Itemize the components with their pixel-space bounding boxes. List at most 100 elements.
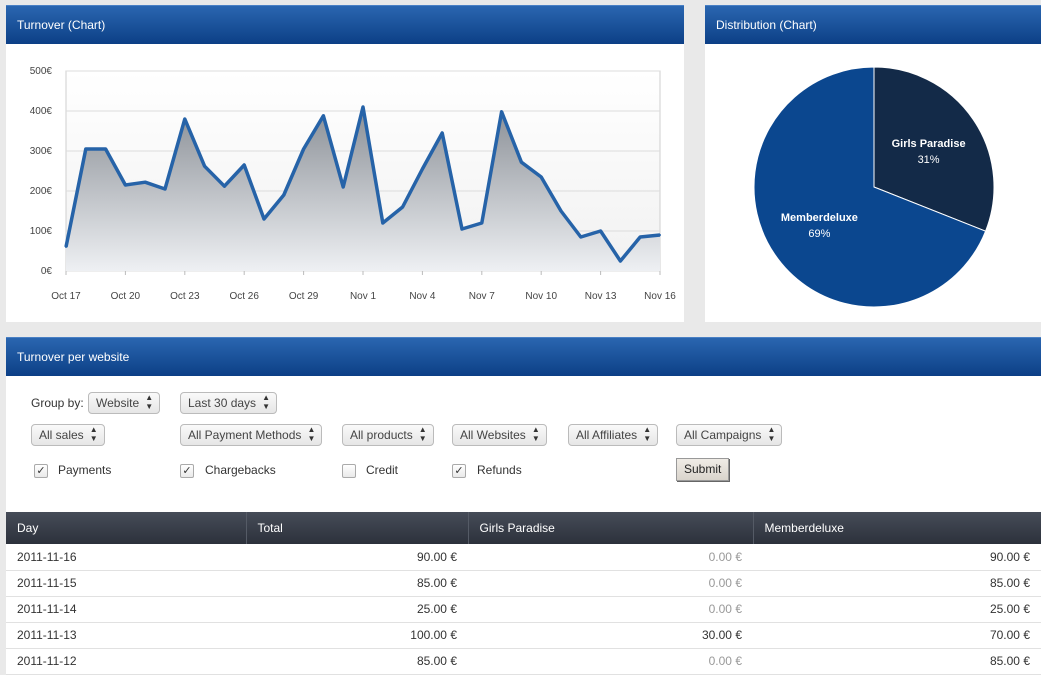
turnover-table: Day Total Girls Paradise Memberdeluxe 20… bbox=[6, 512, 1041, 675]
credit-label: Credit bbox=[366, 463, 399, 477]
distribution-chart-panel: Distribution (Chart) Girls Paradise 31% Me… bbox=[705, 5, 1041, 322]
refunds-label: Refunds bbox=[477, 463, 522, 477]
y-tick-label: 200€ bbox=[30, 186, 53, 197]
data-point bbox=[461, 228, 463, 230]
y-tick-label: 300€ bbox=[30, 146, 53, 157]
cell-total: 100.00 € bbox=[246, 622, 468, 649]
table-row: 2011-11-13 100.00 € 30.00 € 70.00 € bbox=[6, 622, 1041, 649]
payments-label: Payments bbox=[58, 463, 112, 477]
data-point bbox=[183, 118, 186, 120]
slice-percent: 31% bbox=[918, 154, 940, 166]
table-row: 2011-11-16 90.00 € 0.00 € 90.00 € bbox=[6, 544, 1041, 571]
select-arrows-icon: ▲ ▼ bbox=[89, 425, 98, 443]
sales-select[interactable]: All sales ▲ ▼ bbox=[31, 424, 105, 446]
x-tick-label: Nov 10 bbox=[525, 291, 557, 302]
table-header-row: Day Total Girls Paradise Memberdeluxe bbox=[6, 512, 1041, 544]
data-point bbox=[599, 230, 602, 232]
data-point bbox=[65, 246, 67, 248]
data-point bbox=[441, 132, 444, 134]
data-point bbox=[203, 165, 206, 168]
campaigns-select[interactable]: All Campaigns ▲ ▼ bbox=[676, 424, 783, 446]
data-point bbox=[144, 181, 147, 184]
select-arrows-icon: ▲ ▼ bbox=[145, 393, 154, 411]
cell-total: 85.00 € bbox=[246, 648, 468, 675]
cell-girls-paradise: 0.00 € bbox=[468, 544, 753, 571]
data-point bbox=[500, 110, 503, 113]
data-point bbox=[164, 188, 166, 190]
cell-total: 90.00 € bbox=[246, 544, 468, 571]
submit-button[interactable]: Submit bbox=[676, 458, 730, 481]
slice-label: Memberdeluxe bbox=[781, 212, 858, 224]
payment-methods-select[interactable]: All Payment Methods ▲ ▼ bbox=[180, 424, 323, 446]
distribution-pie-chart: Girls Paradise 31% Memberdeluxe 69% bbox=[753, 66, 995, 308]
cell-day: 2011-11-13 bbox=[6, 622, 246, 649]
select-arrows-icon: ▲ ▼ bbox=[418, 425, 427, 443]
affiliates-select[interactable]: All Affiliates ▲ ▼ bbox=[568, 424, 659, 446]
x-tick-label: Nov 1 bbox=[350, 291, 377, 302]
table-panel-title: Turnover per website bbox=[6, 337, 1041, 376]
data-point bbox=[421, 168, 424, 170]
x-tick-label: Oct 26 bbox=[229, 291, 259, 302]
cell-total: 85.00 € bbox=[246, 570, 468, 597]
turnover-chart-panel: Turnover (Chart) 500€ 400€ 300€ 200€ 100€ 0€ O… bbox=[6, 5, 684, 322]
data-point bbox=[560, 210, 562, 212]
y-tick-label: 0€ bbox=[41, 266, 53, 277]
chargebacks-checkbox[interactable]: ✓ bbox=[180, 464, 194, 478]
x-tick-label: Nov 7 bbox=[469, 291, 496, 302]
column-header-memberdeluxe[interactable]: Memberdeluxe bbox=[753, 512, 1041, 544]
data-point bbox=[243, 164, 246, 166]
cell-day: 2011-11-15 bbox=[6, 570, 246, 597]
select-arrows-icon: ▲ ▼ bbox=[767, 425, 776, 443]
select-arrows-icon: ▲ ▼ bbox=[531, 425, 540, 443]
data-point bbox=[84, 148, 87, 150]
x-tick-label: Oct 29 bbox=[289, 291, 319, 302]
data-point bbox=[302, 148, 305, 150]
cell-memberdeluxe: 25.00 € bbox=[753, 596, 1041, 623]
period-select[interactable]: Last 30 days ▲ ▼ bbox=[180, 392, 278, 414]
payments-checkbox[interactable]: ✓ bbox=[34, 464, 48, 478]
cell-girls-paradise: 0.00 € bbox=[468, 648, 753, 675]
table-row: 2011-11-15 85.00 € 0.00 € 85.00 € bbox=[6, 570, 1041, 597]
data-point bbox=[540, 176, 543, 178]
data-point bbox=[579, 236, 582, 238]
column-header-girls-paradise[interactable]: Girls Paradise bbox=[468, 512, 754, 544]
checkmark-icon: ✓ bbox=[36, 465, 46, 477]
column-header-total[interactable]: Total bbox=[246, 512, 469, 544]
chargebacks-label: Chargebacks bbox=[205, 463, 276, 477]
cell-day: 2011-11-16 bbox=[6, 544, 246, 571]
group-by-label: Group by: bbox=[31, 396, 84, 410]
group-by-select[interactable]: Website ▲ ▼ bbox=[88, 392, 161, 414]
table-row: 2011-11-12 85.00 € 0.00 € 85.00 € bbox=[6, 648, 1041, 675]
products-select[interactable]: All products ▲ ▼ bbox=[342, 424, 434, 446]
refunds-checkbox[interactable]: ✓ bbox=[452, 464, 466, 478]
column-header-day[interactable]: Day bbox=[6, 512, 247, 544]
cell-total: 25.00 € bbox=[246, 596, 468, 623]
data-point bbox=[263, 218, 265, 220]
distribution-panel-title: Distribution (Chart) bbox=[705, 5, 1041, 44]
y-tick-label: 100€ bbox=[30, 226, 53, 237]
cell-memberdeluxe: 90.00 € bbox=[753, 544, 1041, 571]
data-point bbox=[322, 114, 325, 117]
websites-select[interactable]: All Websites ▲ ▼ bbox=[452, 424, 547, 446]
cell-memberdeluxe: 85.00 € bbox=[753, 570, 1041, 597]
x-tick-label: Nov 13 bbox=[585, 291, 617, 302]
data-point bbox=[124, 184, 127, 186]
data-point bbox=[223, 185, 226, 188]
turnover-per-website-panel: Turnover per website Group by: Website ▲ ▼… bbox=[6, 337, 1041, 675]
select-arrows-icon: ▲ ▼ bbox=[643, 425, 652, 443]
x-tick-label: Oct 23 bbox=[170, 291, 200, 302]
credit-checkbox[interactable] bbox=[342, 464, 356, 478]
x-tick-label: Nov 16 bbox=[644, 291, 676, 302]
cell-girls-paradise: 0.00 € bbox=[468, 596, 753, 623]
cell-day: 2011-11-12 bbox=[6, 648, 246, 675]
data-point bbox=[381, 222, 384, 224]
data-point bbox=[362, 106, 364, 108]
table-row: 2011-11-14 25.00 € 0.00 € 25.00 € bbox=[6, 596, 1041, 623]
cell-memberdeluxe: 70.00 € bbox=[753, 622, 1041, 649]
checkmark-icon: ✓ bbox=[454, 465, 464, 477]
data-point bbox=[401, 206, 404, 208]
select-arrows-icon: ▲ ▼ bbox=[262, 393, 271, 411]
select-arrows-icon: ▲ ▼ bbox=[307, 425, 316, 443]
x-tick-label: Oct 17 bbox=[51, 291, 81, 302]
data-point bbox=[480, 222, 483, 224]
